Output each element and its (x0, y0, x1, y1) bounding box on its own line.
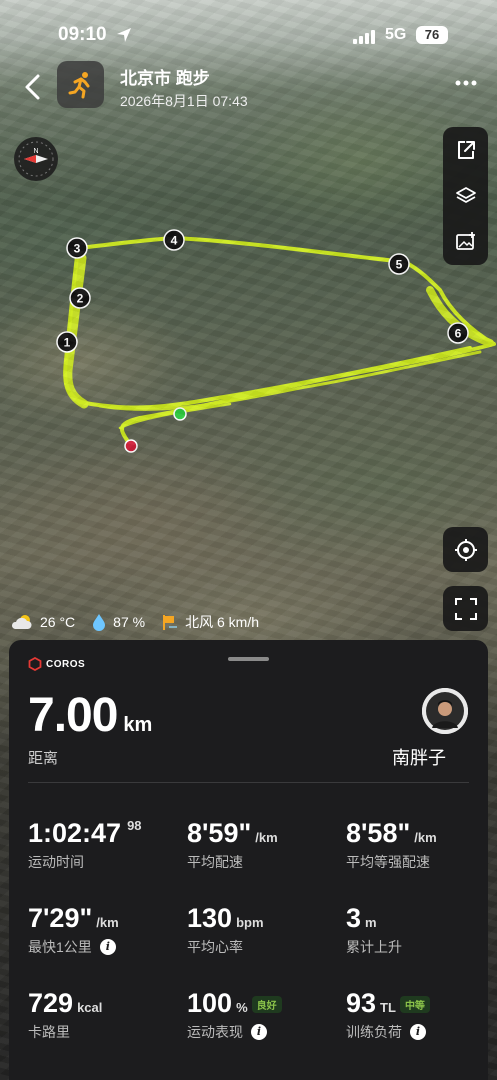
network-type: 5G (385, 26, 407, 43)
running-icon (68, 71, 89, 98)
status-bar: 09:10 5G 76 (0, 24, 497, 50)
user-avatar[interactable] (422, 688, 468, 734)
svg-text:2: 2 (77, 292, 84, 306)
compass-button[interactable]: N (14, 137, 58, 181)
location-arrow-icon (117, 28, 131, 42)
more-options-button[interactable] (454, 76, 478, 90)
stat-fastest-km: 7'29"/km 最快1公里 i (28, 903, 119, 955)
coros-hex-icon (28, 657, 42, 671)
stat-performance: 100% 良好 运动表现 i (187, 988, 337, 1042)
info-icon[interactable]: i (410, 1024, 426, 1040)
crosshair-icon (454, 538, 477, 561)
km-marker-6[interactable]: 6 (447, 322, 469, 344)
svg-text:6: 6 (455, 327, 462, 341)
svg-text:3: 3 (74, 242, 81, 256)
stat-avg-adjusted-pace: 8'58"/km 平均等强配速 (346, 818, 437, 870)
temperature: 26 °C (40, 614, 76, 630)
stat-duration: 1:02:47 98 运动时间 (28, 818, 142, 870)
route-path (63, 236, 496, 448)
brand-logo: COROS (28, 657, 85, 671)
svg-text:N: N (33, 148, 38, 155)
distance-label: 距离 (28, 750, 59, 767)
partly-cloudy-icon (11, 615, 32, 629)
status-time: 09:10 (58, 24, 107, 45)
user-name: 南胖子 (392, 748, 446, 768)
weather-strip: 26 °C 87 % 北风 6 km/h (10, 611, 275, 633)
avatar-image (422, 688, 468, 734)
fullscreen-button[interactable] (443, 586, 488, 631)
km-marker-2[interactable]: 2 (69, 287, 91, 309)
map-layers-button[interactable] (443, 173, 488, 219)
locate-button[interactable] (443, 527, 488, 572)
fullscreen-icon (454, 597, 477, 620)
svg-text:5: 5 (396, 258, 403, 272)
humidity: 87 % (113, 614, 146, 630)
route-end-dot (124, 439, 138, 453)
activity-type-icon (57, 61, 104, 108)
km-marker-3[interactable]: 3 (66, 237, 88, 259)
stat-calories: 729 kcal 卡路里 (28, 988, 103, 1040)
share-button[interactable] (443, 127, 488, 173)
compass-icon: N (18, 141, 54, 177)
svg-text:1: 1 (64, 336, 71, 350)
divider (28, 782, 469, 783)
back-button[interactable] (20, 72, 46, 102)
layers-icon (455, 187, 476, 203)
route-start-dot (173, 407, 187, 421)
stat-elevation-gain: 3m 累计上升 (346, 903, 402, 955)
info-icon[interactable]: i (251, 1024, 267, 1040)
performance-badge: 良好 (251, 996, 282, 1013)
activity-summary-panel: COROS 7.00 km 距离 南胖子 1:02:47 98 运动时间 8'59… (9, 640, 488, 1080)
km-marker-1[interactable]: 1 (56, 331, 78, 353)
distance-value: 7.00 km (28, 689, 153, 742)
info-icon[interactable]: i (99, 939, 116, 955)
stat-training-load: 93 TL 中等 训练负荷 i (346, 988, 496, 1042)
svg-text:4: 4 (171, 234, 178, 248)
activity-datetime: 2026年8月1日 07:43 (120, 93, 248, 109)
wind-flag-icon (163, 615, 178, 630)
map-tools-panel (443, 127, 488, 265)
km-marker-4[interactable]: 4 (163, 229, 185, 251)
battery-indicator: 76 (416, 26, 448, 44)
add-image-icon (455, 232, 475, 250)
stat-avg-pace: 8'59"/km 平均配速 (187, 818, 278, 870)
km-marker-5[interactable]: 5 (388, 253, 410, 275)
training-load-badge: 中等 (399, 996, 430, 1013)
wind: 北风 6 km/h (185, 614, 259, 630)
cellular-signal-icon (353, 30, 375, 44)
drag-handle[interactable] (228, 657, 269, 661)
share-icon (457, 141, 475, 159)
humidity-drop-icon (93, 614, 106, 631)
add-photo-button[interactable] (443, 219, 488, 265)
activity-title: 北京市 跑步 (120, 69, 210, 88)
stat-avg-heart-rate: 130 bpm 平均心率 (187, 903, 264, 955)
